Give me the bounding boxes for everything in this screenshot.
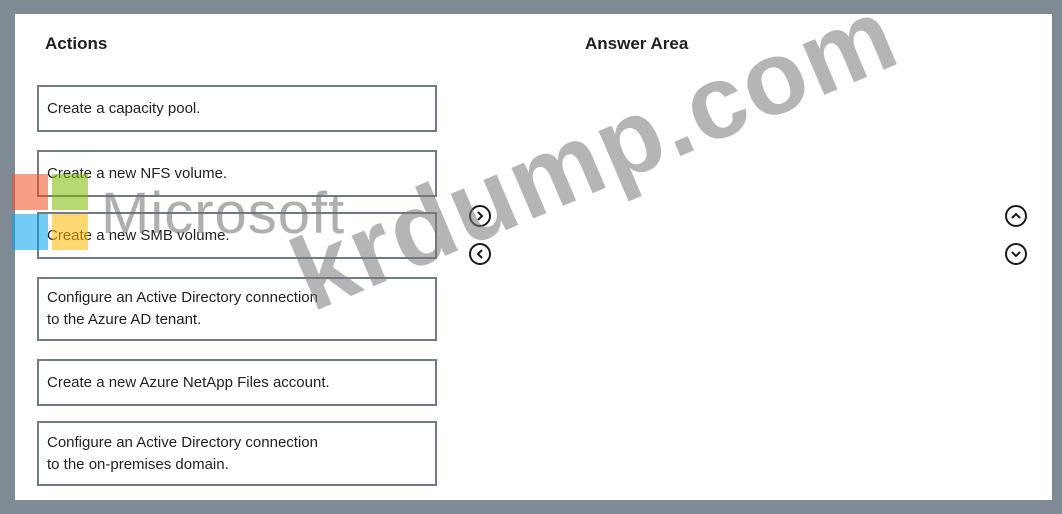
action-item-create-netapp-account[interactable]: Create a new Azure NetApp Files account.: [37, 359, 437, 406]
action-item-label: Configure an Active Directory connection: [47, 433, 318, 451]
action-item-label-line2: to the Azure AD tenant.: [47, 311, 202, 328]
move-down-button[interactable]: [1005, 243, 1027, 265]
drag-drop-panel: Actions Answer Area Create a capacity po…: [12, 0, 1052, 500]
answer-area-heading: Answer Area: [585, 34, 689, 53]
action-item-label: Configure an Active Directory connection: [47, 289, 318, 306]
microsoft-logo-watermark: [12, 174, 92, 254]
chevron-up-icon: [1011, 212, 1021, 219]
action-item-create-capacity-pool[interactable]: Create a capacity pool.: [37, 85, 437, 132]
actions-heading: Actions: [45, 34, 108, 53]
action-item-label: Create a capacity pool.: [47, 99, 201, 117]
move-up-button[interactable]: [1005, 205, 1027, 227]
outer-frame: Actions Answer Area Create a capacity po…: [0, 0, 1062, 514]
action-item-label: Create a new Azure NetApp Files account.: [47, 373, 330, 391]
action-item-label-line2: to the on-premises domain.: [47, 455, 229, 473]
chevron-down-icon: [1011, 251, 1021, 258]
action-item-configure-ad-onprem-domain[interactable]: Configure an Active Directory connection…: [37, 421, 437, 486]
